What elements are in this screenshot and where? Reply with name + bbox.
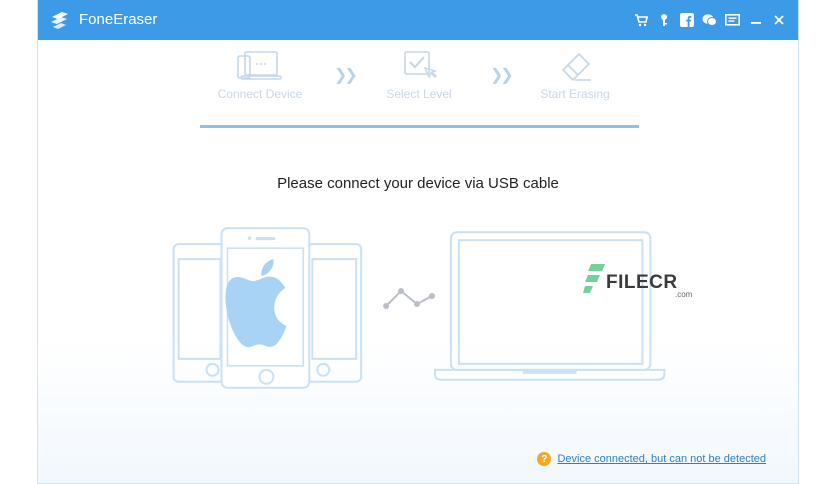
connect-instruction: Please connect your device via USB cable bbox=[277, 175, 559, 192]
connection-icon bbox=[383, 288, 435, 309]
titlebar-controls bbox=[629, 11, 790, 29]
step-label: Connect Device bbox=[217, 87, 303, 101]
filecr-logo-icon bbox=[583, 264, 605, 293]
step-label: Select Level bbox=[386, 87, 452, 101]
feedback-icon[interactable] bbox=[721, 11, 744, 29]
laptop-illustration bbox=[433, 231, 666, 381]
watermark-text: FILECR bbox=[606, 272, 678, 293]
step-connect-device: Connect Device bbox=[205, 50, 315, 101]
step-label: Start Erasing bbox=[540, 87, 610, 101]
connect-illustration bbox=[172, 227, 666, 389]
eraser-icon bbox=[561, 52, 591, 82]
chevron-right-icon: ❯❯ bbox=[490, 67, 514, 84]
chevron-right-icon: ❯❯ bbox=[334, 67, 358, 84]
select-level-icon bbox=[404, 51, 438, 79]
detection-help: ? Device connected, but can not be detec… bbox=[537, 452, 766, 466]
help-icon: ? bbox=[537, 452, 552, 466]
step-indicator: Connect Device ❯❯ Select Level ❯❯ Start … bbox=[38, 40, 798, 132]
cart-icon[interactable] bbox=[629, 11, 652, 29]
watermark-subtext: .com bbox=[675, 290, 693, 299]
title-bar: FoneEraser bbox=[38, 0, 798, 40]
phone-center-illustration bbox=[220, 227, 311, 389]
app-logo-icon bbox=[51, 12, 68, 29]
step-progress-bar bbox=[200, 125, 639, 128]
app-title: FoneEraser bbox=[79, 11, 158, 28]
watermark: FILECR .com bbox=[583, 262, 692, 303]
phone-left-illustration bbox=[172, 243, 227, 383]
step-select-level: Select Level bbox=[364, 50, 474, 101]
minimize-icon[interactable] bbox=[744, 11, 767, 29]
device-not-detected-link[interactable]: Device connected, but can not be detecte… bbox=[557, 453, 766, 465]
key-icon[interactable] bbox=[652, 11, 675, 29]
facebook-icon[interactable] bbox=[675, 11, 698, 29]
chat-icon[interactable] bbox=[698, 11, 721, 29]
phone-right-illustration bbox=[306, 243, 363, 383]
app-window: FoneEraser Connect Device ❯❯ Select Leve… bbox=[37, 0, 799, 484]
close-icon[interactable] bbox=[767, 11, 790, 29]
step-start-erasing: Start Erasing bbox=[520, 50, 630, 101]
devices-icon bbox=[237, 51, 282, 80]
